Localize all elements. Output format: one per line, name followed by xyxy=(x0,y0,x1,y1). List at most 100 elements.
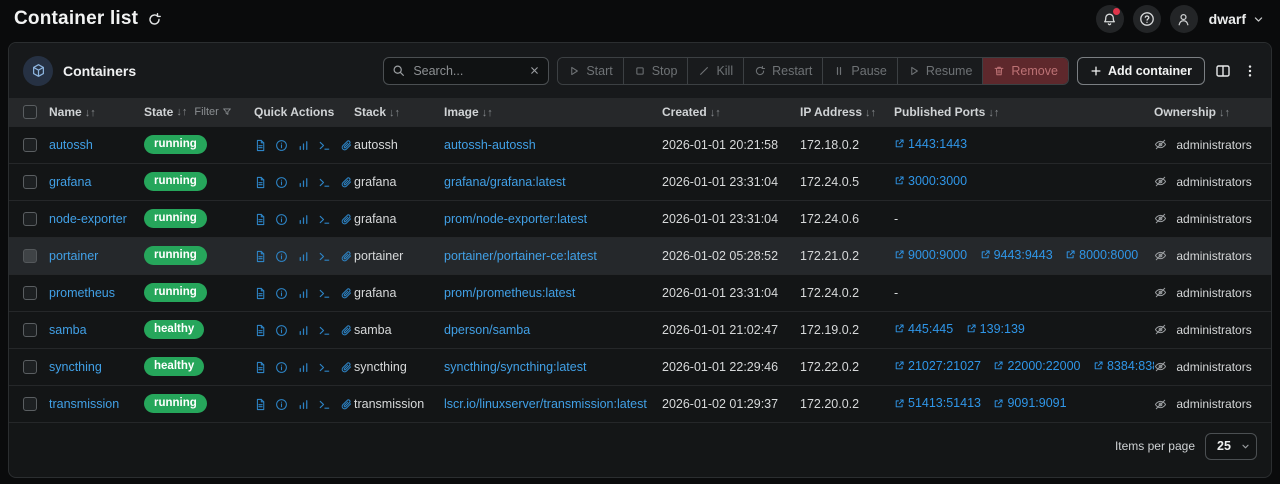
console-icon[interactable] xyxy=(318,139,331,152)
inspect-icon[interactable] xyxy=(275,176,288,189)
stack-link[interactable]: grafana xyxy=(354,175,396,189)
container-name-link[interactable]: syncthing xyxy=(49,360,102,374)
stats-icon[interactable] xyxy=(297,398,310,411)
row-checkbox[interactable] xyxy=(23,175,37,189)
notifications-button[interactable] xyxy=(1096,5,1124,33)
container-name-link[interactable]: samba xyxy=(49,323,87,337)
attach-icon[interactable] xyxy=(340,213,353,226)
clear-search-button[interactable] xyxy=(529,65,540,76)
stats-icon[interactable] xyxy=(297,176,310,189)
inspect-icon[interactable] xyxy=(275,398,288,411)
console-icon[interactable] xyxy=(318,361,331,374)
resume-button[interactable]: Resume xyxy=(897,58,983,84)
published-port-link[interactable]: 445:445 xyxy=(894,322,953,336)
stack-link[interactable]: grafana xyxy=(354,212,396,226)
stack-link[interactable]: autossh xyxy=(354,138,398,152)
column-header-published-ports[interactable]: Published Ports↓↑ xyxy=(894,98,1154,126)
container-name-link[interactable]: transmission xyxy=(49,397,119,411)
stack-link[interactable]: grafana xyxy=(354,286,396,300)
container-name-link[interactable]: grafana xyxy=(49,175,91,189)
container-name-link[interactable]: autossh xyxy=(49,138,93,152)
container-name-link[interactable]: node-exporter xyxy=(49,212,127,226)
stats-icon[interactable] xyxy=(297,324,310,337)
stats-icon[interactable] xyxy=(297,213,310,226)
published-port-link[interactable]: 8000:8000 xyxy=(1065,248,1138,262)
attach-icon[interactable] xyxy=(340,361,353,374)
container-name-link[interactable]: prometheus xyxy=(49,286,115,300)
image-link[interactable]: autossh-autossh xyxy=(444,138,536,152)
help-button[interactable] xyxy=(1133,5,1161,33)
attach-icon[interactable] xyxy=(340,250,353,263)
inspect-icon[interactable] xyxy=(275,139,288,152)
stats-icon[interactable] xyxy=(297,250,310,263)
attach-icon[interactable] xyxy=(340,176,353,189)
image-link[interactable]: syncthing/syncthing:latest xyxy=(444,360,586,374)
published-port-link[interactable]: 22000:22000 xyxy=(993,359,1080,373)
kill-button[interactable]: Kill xyxy=(687,58,743,84)
image-link[interactable]: grafana/grafana:latest xyxy=(444,175,566,189)
inspect-icon[interactable] xyxy=(275,287,288,300)
console-icon[interactable] xyxy=(318,176,331,189)
console-icon[interactable] xyxy=(318,287,331,300)
select-all-checkbox[interactable] xyxy=(23,105,37,119)
published-port-link[interactable]: 139:139 xyxy=(966,322,1025,336)
start-button[interactable]: Start xyxy=(558,58,622,84)
console-icon[interactable] xyxy=(318,398,331,411)
console-icon[interactable] xyxy=(318,324,331,337)
image-link[interactable]: portainer/portainer-ce:latest xyxy=(444,249,597,263)
stop-button[interactable]: Stop xyxy=(623,58,688,84)
attach-icon[interactable] xyxy=(340,287,353,300)
stack-link[interactable]: portainer xyxy=(354,249,403,263)
remove-button[interactable]: Remove xyxy=(982,58,1068,84)
published-port-link[interactable]: 3000:3000 xyxy=(894,174,967,188)
published-port-link[interactable]: 1443:1443 xyxy=(894,137,967,151)
add-container-button[interactable]: Add container xyxy=(1077,57,1205,85)
stats-icon[interactable] xyxy=(297,361,310,374)
row-checkbox[interactable] xyxy=(23,138,37,152)
logs-icon[interactable] xyxy=(254,139,267,152)
stats-icon[interactable] xyxy=(297,139,310,152)
attach-icon[interactable] xyxy=(340,324,353,337)
image-link[interactable]: lscr.io/linuxserver/transmission:latest xyxy=(444,397,647,411)
logs-icon[interactable] xyxy=(254,213,267,226)
column-header-stack[interactable]: Stack↓↑ xyxy=(354,98,444,126)
column-header-created[interactable]: Created↓↑ xyxy=(662,98,800,126)
row-checkbox[interactable] xyxy=(23,323,37,337)
inspect-icon[interactable] xyxy=(275,361,288,374)
pause-button[interactable]: Pause xyxy=(822,58,896,84)
inspect-icon[interactable] xyxy=(275,250,288,263)
restart-button[interactable]: Restart xyxy=(743,58,822,84)
logs-icon[interactable] xyxy=(254,176,267,189)
console-icon[interactable] xyxy=(318,250,331,263)
published-port-link[interactable]: 51413:51413 xyxy=(894,396,981,410)
columns-toggle-button[interactable] xyxy=(1213,61,1233,81)
column-header-image[interactable]: Image↓↑ xyxy=(444,98,662,126)
kebab-menu-button[interactable] xyxy=(1241,62,1259,80)
published-port-link[interactable]: 9000:9000 xyxy=(894,248,967,262)
published-port-link[interactable]: 9443:9443 xyxy=(980,248,1053,262)
row-checkbox[interactable] xyxy=(23,212,37,226)
image-link[interactable]: prom/prometheus:latest xyxy=(444,286,575,300)
column-header-name[interactable]: Name↓↑ xyxy=(49,98,144,126)
column-header-ip-address[interactable]: IP Address↓↑ xyxy=(800,98,894,126)
column-header-ownership[interactable]: Ownership↓↑ xyxy=(1154,98,1271,126)
stack-link[interactable]: syncthing xyxy=(354,360,407,374)
stack-link[interactable]: samba xyxy=(354,323,392,337)
filter-funnel-icon[interactable] xyxy=(222,107,232,117)
refresh-button[interactable] xyxy=(147,12,162,27)
logs-icon[interactable] xyxy=(254,324,267,337)
row-checkbox[interactable] xyxy=(23,397,37,411)
items-per-page-select[interactable]: 25 xyxy=(1205,433,1257,460)
row-checkbox[interactable] xyxy=(23,360,37,374)
logs-icon[interactable] xyxy=(254,361,267,374)
attach-icon[interactable] xyxy=(340,139,353,152)
row-checkbox[interactable] xyxy=(23,249,37,263)
inspect-icon[interactable] xyxy=(275,213,288,226)
stack-link[interactable]: transmission xyxy=(354,397,424,411)
search-input[interactable] xyxy=(411,63,523,79)
user-menu[interactable]: dwarf xyxy=(1207,11,1266,27)
stats-icon[interactable] xyxy=(297,287,310,300)
filter-label[interactable]: Filter xyxy=(194,106,218,118)
console-icon[interactable] xyxy=(318,213,331,226)
attach-icon[interactable] xyxy=(340,398,353,411)
